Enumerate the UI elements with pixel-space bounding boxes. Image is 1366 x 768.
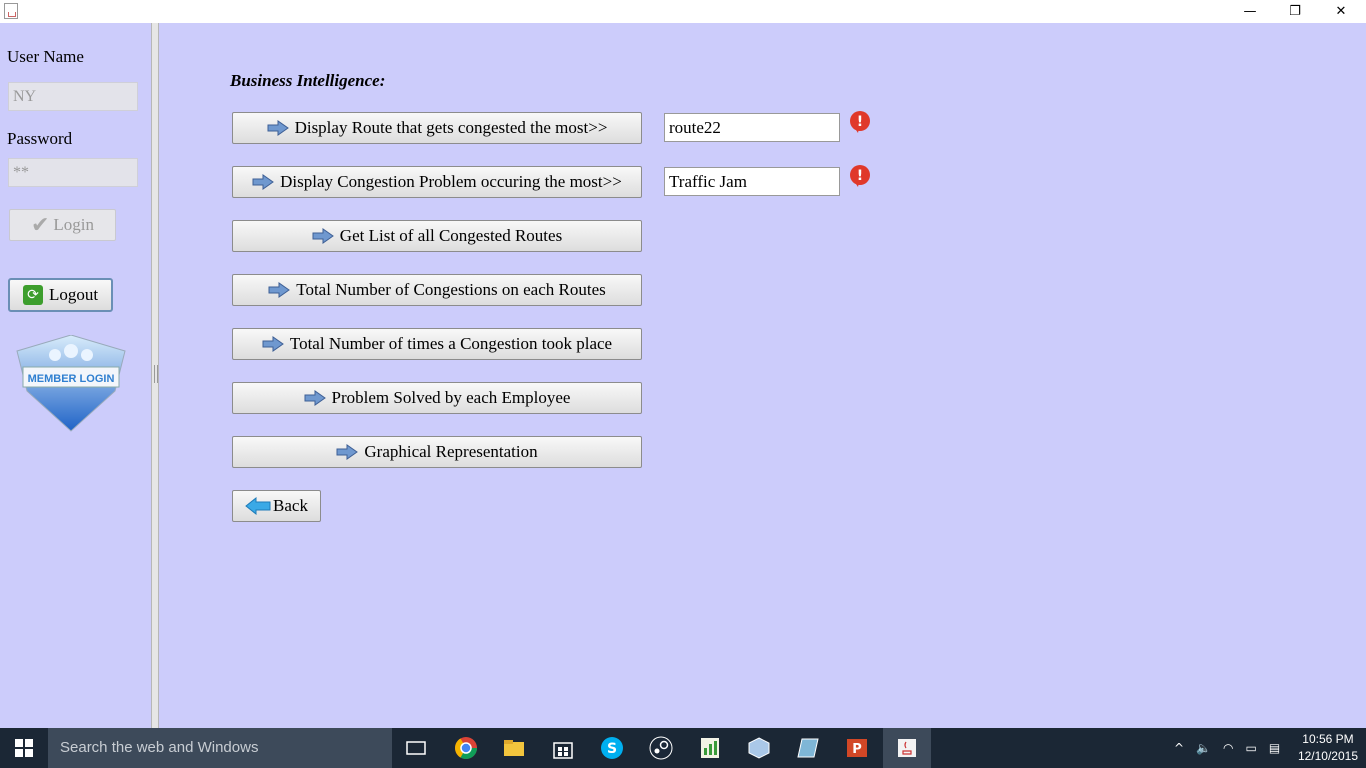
arrow-left-icon	[245, 497, 271, 515]
restore-button[interactable]: ❐	[1272, 0, 1318, 23]
taskbar-clock[interactable]: 10:56 PM 12/10/2015	[1298, 731, 1358, 765]
arrow-right-icon	[252, 174, 275, 190]
password-label: Password	[7, 129, 73, 148]
logout-button[interactable]: ⟳ Logout	[8, 278, 113, 312]
window-titlebar: — ❐ ✕	[0, 0, 1366, 23]
graphical-representation-button[interactable]: Graphical Representation	[232, 436, 642, 468]
checkmark-icon: ✔	[30, 212, 50, 238]
arrow-right-icon	[267, 120, 289, 136]
password-field[interactable]: **	[8, 158, 138, 187]
main-panel: Business Intelligence: Display Route tha…	[159, 23, 1366, 728]
start-button[interactable]	[0, 728, 48, 768]
button-label: Display Congestion Problem occuring the …	[280, 172, 622, 191]
login-button-label: Login	[53, 215, 95, 234]
username-label: User Name	[7, 47, 84, 66]
notification-icon[interactable]: ▤	[1269, 741, 1280, 755]
total-congestion-times-button[interactable]: Total Number of times a Congestion took …	[232, 328, 642, 360]
arrow-right-icon	[262, 336, 284, 352]
chrome-icon[interactable]	[454, 736, 478, 760]
svg-text:P: P	[852, 742, 862, 757]
clock-date: 12/10/2015	[1297, 749, 1358, 763]
arrow-right-icon	[304, 390, 326, 406]
button-label: Total Number of Congestions on each Rout…	[296, 280, 606, 299]
task-view-icon[interactable]	[404, 736, 428, 760]
get-congested-routes-button[interactable]: Get List of all Congested Routes	[232, 220, 642, 252]
windows-taskbar: Search the web and Windows S P ^ 🔈 ◠ ▭ ▤…	[0, 728, 1366, 768]
logout-icon: ⟳	[22, 285, 43, 305]
back-button-label: Back	[273, 496, 308, 515]
login-panel: User Name NY Password ** ✔ Login ⟳ Logou…	[0, 23, 151, 728]
chart-app-icon[interactable]	[698, 736, 722, 760]
java-icon	[898, 739, 916, 757]
button-label: Total Number of times a Congestion took …	[289, 334, 613, 353]
page-title: Business Intelligence:	[230, 71, 386, 90]
system-tray: ^ 🔈 ◠ ▭ ▤	[1174, 728, 1280, 768]
taskbar-search[interactable]: Search the web and Windows	[48, 728, 392, 768]
close-button[interactable]: ✕	[1318, 0, 1364, 23]
button-label: Graphical Representation	[364, 442, 538, 461]
volume-icon[interactable]: 🔈	[1196, 741, 1211, 755]
total-congestions-routes-button[interactable]: Total Number of Congestions on each Rout…	[232, 274, 642, 306]
back-button[interactable]: Back	[232, 490, 321, 522]
problem-result-field[interactable]: Traffic Jam	[664, 167, 840, 196]
windows-logo-icon	[15, 739, 33, 757]
store-icon[interactable]	[551, 736, 575, 760]
powerpoint-icon[interactable]: P	[845, 736, 869, 760]
member-badge-text: MEMBER LOGIN	[28, 373, 115, 385]
display-route-congested-button[interactable]: Display Route that gets congested the mo…	[232, 112, 642, 144]
svg-text:!: !	[857, 114, 863, 130]
arrow-right-icon	[312, 228, 334, 244]
warning-icon: !	[850, 111, 870, 133]
arrow-right-icon	[336, 444, 359, 460]
login-button[interactable]: ✔ Login	[9, 209, 116, 241]
button-label: Display Route that gets congested the mo…	[294, 118, 608, 137]
battery-icon[interactable]: ▭	[1246, 741, 1257, 755]
chevron-up-icon[interactable]: ^	[1174, 741, 1184, 755]
warning-icon: !	[850, 165, 870, 187]
svg-text:S: S	[607, 741, 617, 757]
svg-text:!: !	[857, 168, 863, 184]
java-app-taskbar-item[interactable]	[883, 728, 931, 768]
arrow-right-icon	[268, 282, 291, 298]
wifi-icon[interactable]: ◠	[1223, 741, 1233, 755]
file-explorer-icon[interactable]	[502, 736, 526, 760]
button-label: Get List of all Congested Routes	[339, 226, 563, 245]
virtualbox-icon[interactable]	[747, 736, 771, 760]
logout-button-label: Logout	[48, 285, 99, 304]
notes-app-icon[interactable]	[796, 736, 820, 760]
username-field[interactable]: NY	[8, 82, 138, 111]
member-login-badge-icon: MEMBER LOGIN	[16, 335, 126, 432]
display-congestion-problem-button[interactable]: Display Congestion Problem occuring the …	[232, 166, 642, 198]
route-result-field[interactable]: route22	[664, 113, 840, 142]
steam-icon[interactable]	[649, 736, 673, 760]
clock-time: 10:56 PM	[1302, 732, 1354, 746]
splitter-grip[interactable]	[154, 365, 158, 383]
minimize-button[interactable]: —	[1227, 0, 1273, 23]
java-app-icon	[4, 3, 18, 19]
button-label: Problem Solved by each Employee	[331, 388, 571, 407]
problem-solved-employee-button[interactable]: Problem Solved by each Employee	[232, 382, 642, 414]
panel-splitter[interactable]	[151, 23, 159, 728]
skype-icon[interactable]: S	[600, 736, 624, 760]
